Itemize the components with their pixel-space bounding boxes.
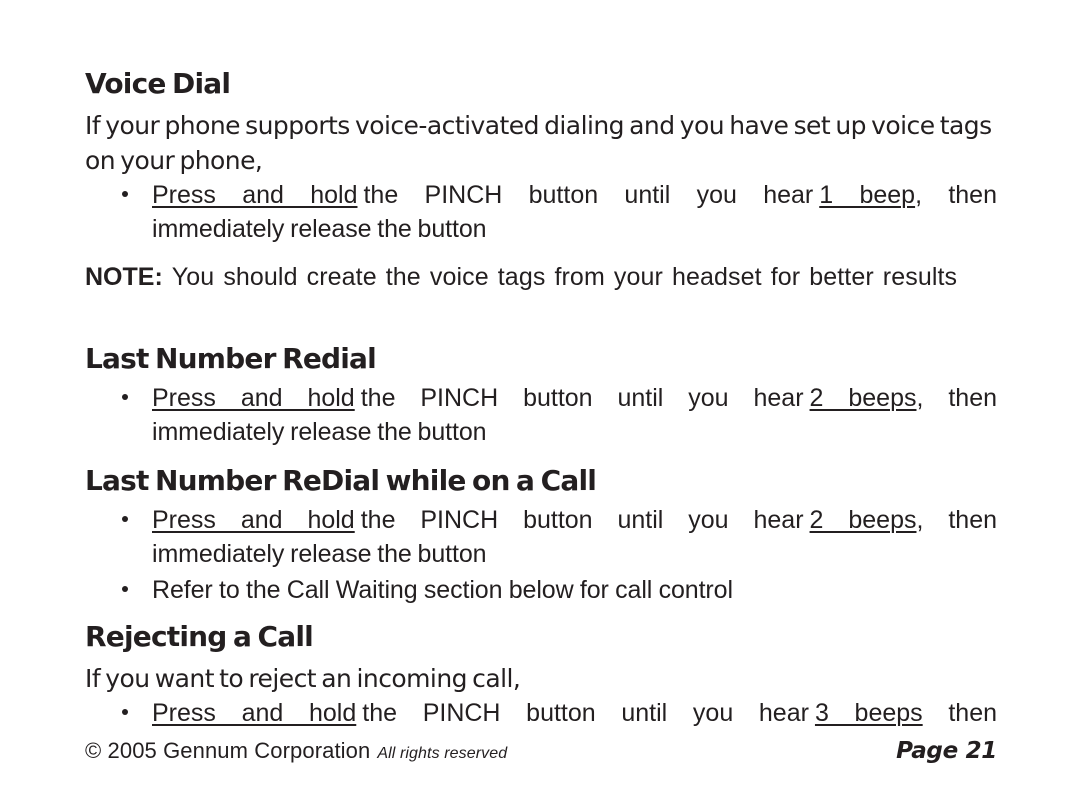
bullet-tail-text: , then: [915, 181, 997, 209]
bullet-tail-text: , then: [916, 384, 998, 412]
page-title-last-number-redial: Last Number Redial: [85, 342, 377, 375]
emphasis-beep-count: 2 beeps: [809, 384, 917, 412]
intro-paragraph-rejecting-a-call: If you want to reject an incoming call,: [85, 664, 521, 693]
page-footer: © 2005 Gennum Corporation All rights rese…: [85, 738, 997, 764]
list-item: Press and hold the PINCH button until you…: [85, 381, 997, 449]
note-paragraph: NOTE: You should create the voice tags fr…: [85, 260, 997, 295]
bullet-mid-text: the PINCH button until you hear: [360, 384, 804, 412]
bullet-line-secondary: immediately release the button: [152, 418, 487, 446]
section-voice-dial: Voice Dial: [85, 67, 231, 100]
section-redial-while-on-call: Last Number ReDial while on a Call: [85, 464, 597, 497]
list-item: Press and hold the PINCH button until you…: [85, 178, 997, 246]
bullet-tail-text: , then: [916, 506, 998, 534]
intro-paragraph-voice-dial: If your phone supports voice-activated d…: [85, 111, 992, 175]
bullet-mid-text: the PINCH button until you hear: [363, 181, 814, 209]
emphasis-press-and-hold: Press and hold: [152, 181, 358, 209]
bullet-dot-icon: [122, 191, 128, 197]
bullet-line-primary: Press and hold the PINCH button until you…: [152, 381, 997, 415]
page-title-voice-dial: Voice Dial: [85, 67, 231, 100]
bullet-line-secondary: immediately release the button: [152, 540, 487, 568]
bullet-line-primary: Press and hold the PINCH button until you…: [152, 178, 997, 212]
emphasis-press-and-hold: Press and hold: [152, 699, 357, 727]
rights-reserved-text: All rights reserved: [377, 745, 508, 762]
bullet-line-primary: Press and hold the PINCH button until you…: [152, 696, 997, 730]
list-item: Press and hold the PINCH button until you…: [85, 696, 997, 730]
document-page: Voice Dial If your phone supports voice-…: [85, 0, 997, 810]
emphasis-beep-count: 1 beep: [819, 181, 916, 209]
footer-copyright-group: © 2005 Gennum Corporation All rights rese…: [85, 738, 507, 764]
bullet-dot-icon: [122, 709, 128, 715]
page-title-rejecting-a-call: Rejecting a Call: [85, 620, 314, 653]
bullet-list-redial-while-on-call: Press and hold the PINCH button until you…: [85, 503, 997, 607]
bullet-line-primary: Refer to the Call Waiting section below …: [152, 576, 733, 604]
bullet-list-voice-dial: Press and hold the PINCH button until you…: [85, 178, 997, 246]
bullet-mid-text: the PINCH button until you hear: [362, 699, 809, 727]
page-number: Page 21: [896, 738, 997, 764]
list-item: Refer to the Call Waiting section below …: [85, 573, 997, 607]
emphasis-press-and-hold: Press and hold: [152, 506, 355, 534]
bullet-dot-icon: [122, 394, 128, 400]
bullet-dot-icon: [122, 586, 128, 592]
emphasis-beep-count: 3 beeps: [814, 699, 923, 727]
bullet-line-secondary: immediately release the button: [152, 215, 487, 243]
bullet-list-last-number-redial: Press and hold the PINCH button until you…: [85, 381, 997, 449]
bullet-list-rejecting-a-call: Press and hold the PINCH button until you…: [85, 696, 997, 730]
note-body: You should create the voice tags from yo…: [171, 263, 958, 291]
page-title-redial-while-on-call: Last Number ReDial while on a Call: [85, 464, 597, 497]
note-label: NOTE:: [85, 263, 163, 291]
bullet-tail-text: then: [922, 699, 998, 727]
emphasis-press-and-hold: Press and hold: [152, 384, 355, 412]
section-rejecting-a-call: Rejecting a Call: [85, 620, 314, 653]
bullet-mid-text: the PINCH button until you hear: [360, 506, 804, 534]
list-item: Press and hold the PINCH button until you…: [85, 503, 997, 571]
emphasis-beep-count: 2 beeps: [809, 506, 917, 534]
bullet-dot-icon: [122, 516, 128, 522]
copyright-text: © 2005 Gennum Corporation: [85, 738, 371, 763]
bullet-line-primary: Press and hold the PINCH button until you…: [152, 503, 997, 537]
section-last-number-redial: Last Number Redial: [85, 342, 377, 375]
